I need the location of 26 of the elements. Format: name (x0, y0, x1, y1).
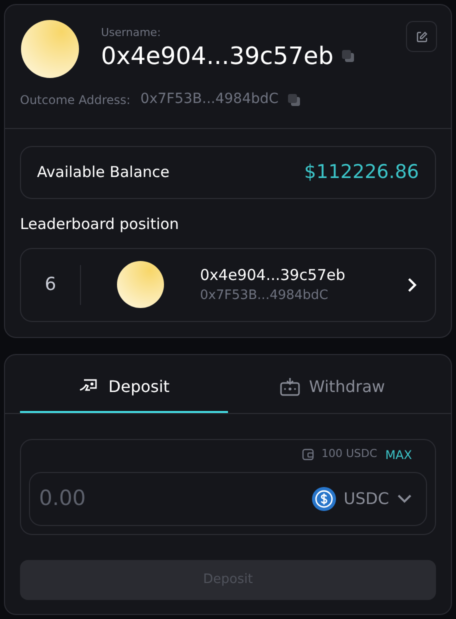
edit-button[interactable] (406, 21, 437, 52)
token-select[interactable]: USDC (312, 486, 412, 510)
copy-icon[interactable] (286, 92, 301, 106)
avatar (117, 261, 164, 308)
chevron-down-icon (397, 494, 412, 503)
max-link[interactable]: MAX (385, 446, 412, 464)
chevron-right-icon[interactable] (407, 276, 417, 292)
username-label: Username: (101, 25, 162, 41)
copy-icon[interactable] (341, 48, 356, 63)
outcome-address: 0x7F53B...4984bdC (140, 90, 279, 109)
edit-icon (416, 30, 428, 42)
download-box-icon (279, 376, 302, 396)
amount-field[interactable]: 0.00 USDC (29, 472, 427, 526)
leaderboard-title: Leaderboard position (20, 214, 180, 235)
player-address: 0x7F53B...4984bdC (200, 287, 330, 305)
username: 0x4e904...39c57eb (101, 42, 334, 70)
tab[interactable]: Withdraw (228, 364, 436, 412)
balance-value: $112226.86 (304, 160, 419, 186)
player-name: 0x4e904...39c57eb (200, 264, 346, 286)
wallet-balance: 100 USDC (322, 446, 378, 462)
balance-label: Available Balance (37, 162, 170, 184)
rank-number: 6 (21, 264, 81, 304)
coin-icon (312, 486, 336, 510)
tab[interactable]: Deposit (20, 364, 228, 412)
wallet-icon (302, 448, 314, 461)
outcome-label: Outcome Address: (20, 92, 130, 108)
